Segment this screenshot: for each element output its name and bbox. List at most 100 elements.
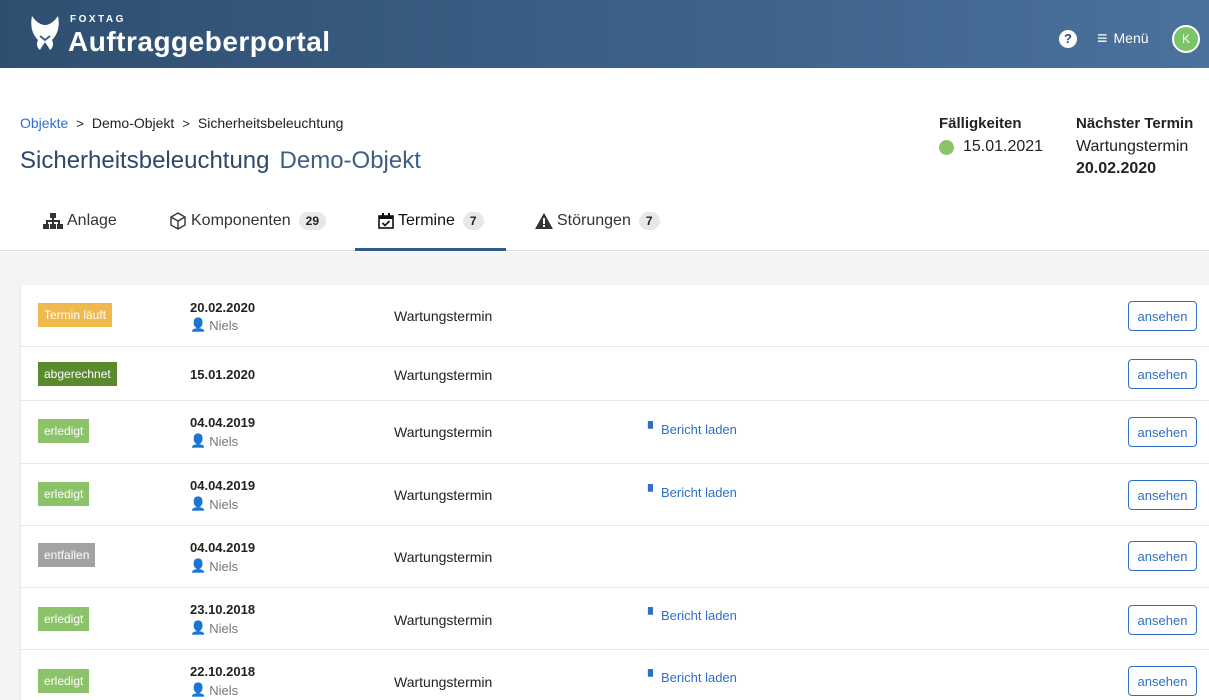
tab-label: Komponenten (191, 212, 291, 229)
appointment-person: 👤 Niels (190, 682, 238, 698)
page-title-object: Demo-Objekt (279, 147, 421, 174)
tab-termine[interactable]: Termine 7 (378, 212, 484, 230)
breadcrumb-object[interactable]: Demo-Objekt (92, 115, 174, 131)
table-row[interactable]: erledigt 04.04.2019 👤 Niels Wartungstermi… (21, 464, 1209, 526)
table-row[interactable]: erledigt 22.10.2018 👤 Niels Wartungstermi… (21, 650, 1209, 700)
chevron-right-icon: > (182, 115, 190, 131)
person-name: Niels (209, 317, 239, 333)
tab-komponenten[interactable]: Komponenten 29 (169, 212, 326, 230)
report-label: Bericht laden (661, 669, 737, 685)
help-icon[interactable]: ? (1059, 30, 1077, 48)
appointment-date: 04.04.2019 (190, 540, 256, 555)
next-date: 20.02.2020 (1076, 160, 1157, 177)
download-report-link[interactable]: ▘ Bericht laden (648, 607, 737, 623)
status-badge: erledigt (38, 419, 90, 443)
view-button[interactable]: ansehen (1128, 605, 1197, 635)
table-row[interactable]: erledigt 04.04.2019 👤 Niels Wartungstermi… (21, 401, 1209, 464)
person-name: Niels (209, 558, 239, 574)
next-heading: Nächster Termin (1076, 115, 1194, 132)
appointment-date: 20.02.2020 (190, 300, 256, 315)
download-report-link[interactable]: ▘ Bericht laden (648, 484, 737, 500)
appointment-type: Wartungstermin (394, 549, 493, 565)
count-badge: 29 (298, 212, 326, 230)
view-button[interactable]: ansehen (1128, 666, 1197, 696)
appointment-date: 23.10.2018 (190, 602, 256, 617)
status-badge: entfallen (38, 543, 96, 567)
view-button[interactable]: ansehen (1128, 359, 1197, 389)
appointment-date: 22.10.2018 (190, 664, 256, 679)
next-type: Wartungstermin (1076, 138, 1189, 155)
view-button[interactable]: ansehen (1128, 301, 1197, 331)
brand-small: FOXTAG (70, 14, 126, 25)
active-tab-indicator (355, 248, 506, 251)
file-icon: ▘ (648, 607, 658, 622)
appointment-date: 04.04.2019 (190, 478, 256, 493)
view-button[interactable]: ansehen (1128, 541, 1197, 571)
status-dot-icon (939, 139, 954, 155)
calendar-check-icon (378, 213, 394, 229)
due-dates-panel: Fälligkeiten 15.01.2021 (939, 115, 1043, 156)
tab-label: Störungen (557, 212, 631, 229)
appointment-type: Wartungstermin (394, 674, 493, 690)
report-label: Bericht laden (661, 484, 737, 500)
user-icon: 👤 (190, 433, 207, 448)
tab-bar: Anlage Komponenten 29 Termine 7 Störunge… (0, 200, 1209, 251)
person-name: Niels (209, 682, 239, 698)
breadcrumb-objekte[interactable]: Objekte (20, 115, 68, 131)
due-date: 15.01.2021 (963, 138, 1044, 155)
fox-logo-icon[interactable] (28, 12, 62, 52)
hamburger-icon: ≡ (1097, 28, 1108, 48)
table-row[interactable]: entfallen 04.04.2019 👤 Niels Wartungsterm… (21, 526, 1209, 588)
report-label: Bericht laden (661, 607, 737, 623)
top-bar: FOXTAG Auftraggeberportal ? ≡ Menü K (0, 0, 1209, 68)
status-badge: abgerechnet (38, 362, 117, 386)
person-name: Niels (209, 620, 239, 636)
view-button[interactable]: ansehen (1128, 417, 1197, 447)
appointment-person: 👤 Niels (190, 317, 238, 333)
appointment-type: Wartungstermin (394, 424, 493, 440)
download-report-link[interactable]: ▘ Bericht laden (648, 669, 737, 685)
menu-button[interactable]: ≡ Menü (1097, 29, 1149, 47)
breadcrumb-current: Sicherheitsbeleuchtung (197, 115, 344, 131)
user-icon: 👤 (190, 682, 207, 697)
appointment-person: 👤 Niels (190, 620, 238, 636)
user-icon: 👤 (190, 496, 207, 511)
appointment-person: 👤 Niels (190, 558, 238, 574)
avatar[interactable]: K (1172, 25, 1200, 53)
sitemap-icon (43, 213, 63, 229)
page-title-main: Sicherheitsbeleuchtung (20, 147, 270, 174)
status-badge: erledigt (38, 482, 90, 506)
file-icon: ▘ (648, 421, 658, 436)
brand-title[interactable]: Auftraggeberportal (68, 26, 331, 58)
due-heading: Fälligkeiten (939, 115, 1022, 132)
person-name: Niels (209, 496, 239, 512)
menu-label: Menü (1113, 30, 1149, 46)
person-name: Niels (209, 433, 239, 449)
download-report-link[interactable]: ▘ Bericht laden (648, 421, 737, 437)
appointment-type: Wartungstermin (394, 612, 493, 628)
appointment-date: 04.04.2019 (190, 415, 256, 430)
appointment-type: Wartungstermin (394, 308, 493, 324)
cube-icon (170, 212, 186, 230)
report-label: Bericht laden (661, 421, 737, 437)
page-title: Sicherheitsbeleuchtung Demo-Objekt (20, 147, 421, 175)
file-icon: ▘ (648, 484, 658, 499)
warning-icon (535, 213, 553, 229)
status-badge: erledigt (38, 607, 90, 631)
tab-stoerungen[interactable]: Störungen 7 (535, 212, 660, 230)
table-row[interactable]: erledigt 23.10.2018 👤 Niels Wartungstermi… (21, 588, 1209, 650)
count-badge: 7 (638, 212, 660, 230)
appointment-list: Termin läuft 20.02.2020 👤 Niels Wartungst… (20, 285, 1209, 700)
appointment-person: 👤 Niels (190, 433, 238, 449)
table-row[interactable]: abgerechnet 15.01.2020 Wartungstermin an… (21, 347, 1209, 401)
view-button[interactable]: ansehen (1128, 480, 1197, 510)
tab-anlage[interactable]: Anlage (43, 212, 117, 230)
appointment-date: 15.01.2020 (190, 367, 256, 382)
table-row[interactable]: Termin läuft 20.02.2020 👤 Niels Wartungst… (21, 285, 1209, 347)
user-icon: 👤 (190, 317, 207, 332)
appointment-person: 👤 Niels (190, 496, 238, 512)
due-entry: 15.01.2021 (939, 138, 1043, 156)
tab-label: Termine (398, 212, 455, 229)
user-icon: 👤 (190, 620, 207, 635)
tab-label: Anlage (67, 212, 117, 229)
